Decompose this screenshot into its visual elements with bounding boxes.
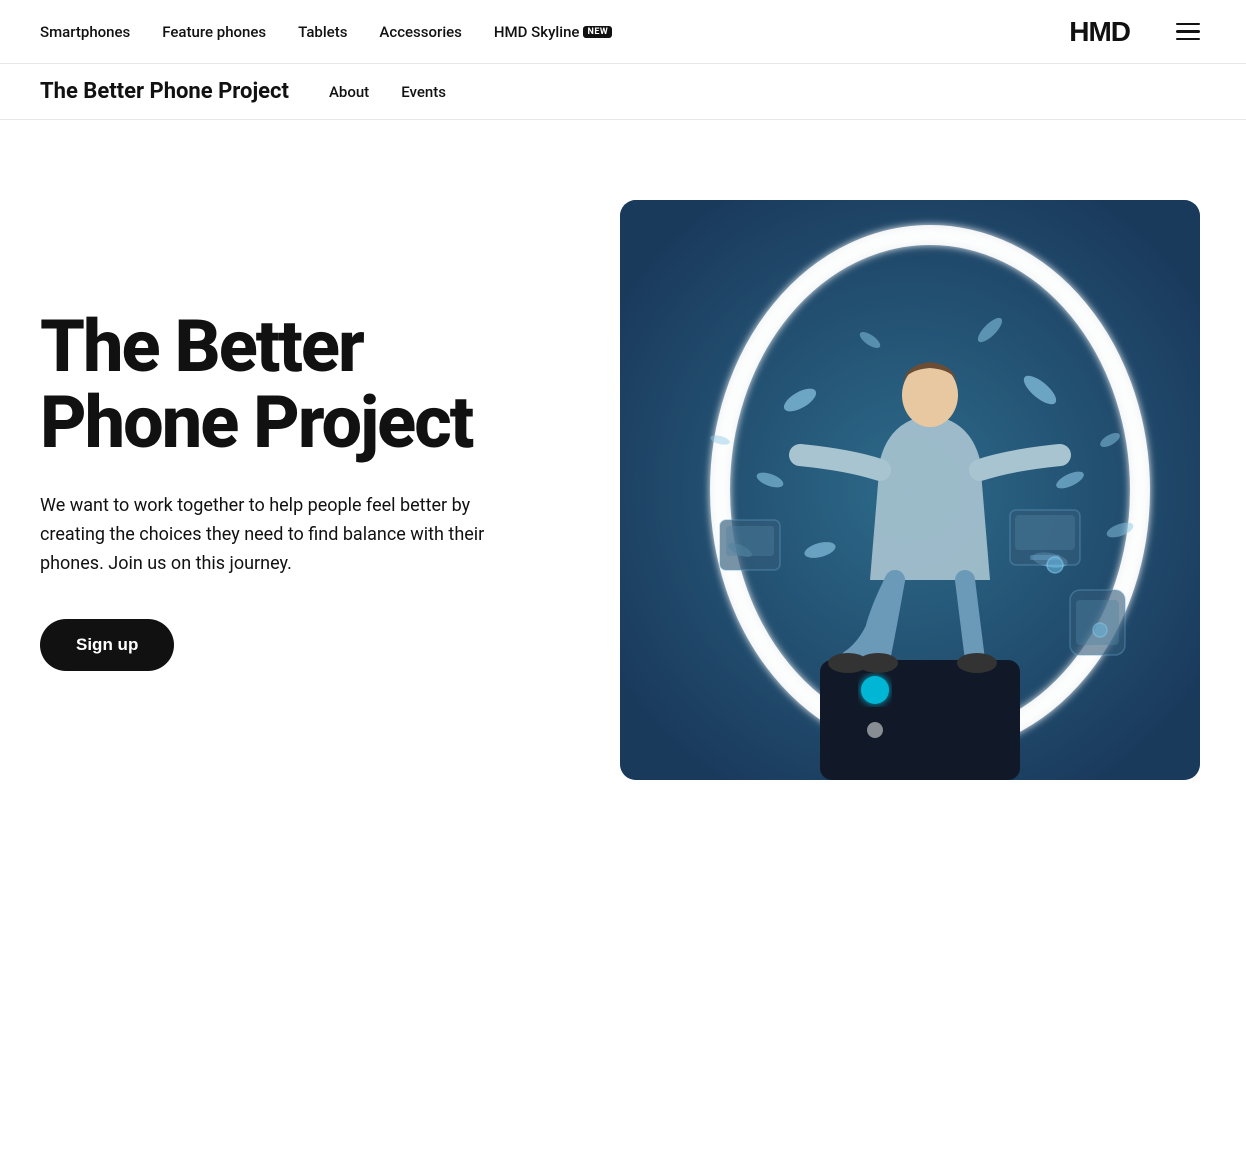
hmd-logo[interactable]: HMD <box>1069 16 1130 48</box>
hero-title: The Better Phone Project <box>40 309 560 460</box>
hero-section: The Better Phone Project We want to work… <box>0 120 1246 840</box>
hero-description: We want to work together to help people … <box>40 492 520 578</box>
hero-illustration <box>620 200 1200 780</box>
sub-navigation: The Better Phone Project About Events <box>0 64 1246 120</box>
hamburger-menu-button[interactable] <box>1170 14 1206 50</box>
subnav-about[interactable]: About <box>329 83 369 101</box>
nav-links: Smartphones Feature phones Tablets Acces… <box>40 23 1069 41</box>
subnav-events[interactable]: Events <box>401 83 446 101</box>
nav-smartphones[interactable]: Smartphones <box>40 23 130 41</box>
hero-text-block: The Better Phone Project We want to work… <box>40 309 560 671</box>
hero-image <box>620 200 1200 780</box>
hamburger-line-2 <box>1176 30 1200 33</box>
hamburger-line-1 <box>1176 23 1200 26</box>
sub-nav-title: The Better Phone Project <box>40 79 289 104</box>
nav-feature-phones[interactable]: Feature phones <box>162 23 266 41</box>
nav-tablets[interactable]: Tablets <box>298 23 347 41</box>
signup-button[interactable]: Sign up <box>40 619 174 671</box>
nav-hmd-skyline[interactable]: HMD SkylineNEW <box>494 23 612 41</box>
new-badge: NEW <box>583 26 612 38</box>
top-navigation: Smartphones Feature phones Tablets Acces… <box>0 0 1246 64</box>
nav-accessories[interactable]: Accessories <box>379 23 461 41</box>
hamburger-line-3 <box>1176 38 1200 41</box>
